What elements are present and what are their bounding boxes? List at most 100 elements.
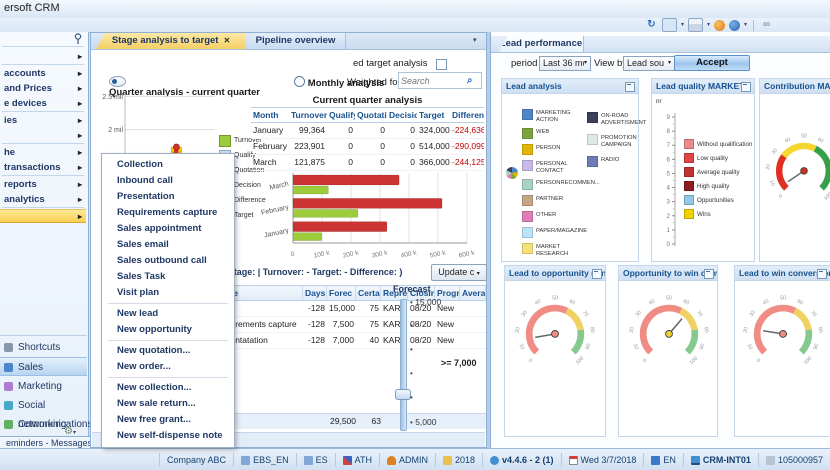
menu-item-new-order[interactable]: New order... [102,359,234,375]
shortcuts-icon [4,343,13,352]
sidebar-item-5[interactable]: ▸ [0,128,86,143]
sidebar-item-devices[interactable]: e devices▸ [0,96,86,111]
sales-icon [4,363,13,372]
globe-icon[interactable] [729,20,740,31]
view-icon[interactable]: ∞ [760,19,773,31]
status-ebs: EBS_EN [234,453,297,467]
contribution-gauge: 0102030405060708090100 [758,119,830,219]
close-tab-icon[interactable]: ✕ [223,36,230,45]
sidebar-item-selected[interactable]: ▸ [0,209,86,223]
sidebar-item-6[interactable]: he▸ [0,145,86,160]
nav-shortcuts[interactable]: Shortcuts [0,338,87,357]
tab-list-dropdown-icon[interactable]: ▾ [473,36,477,44]
menu-item-presentation[interactable]: Presentation [102,189,234,205]
menu-item-new-lead[interactable]: New lead [102,306,234,322]
sidebar-item-accounts[interactable]: accounts▸ [0,66,86,81]
menu-item-visit-plan[interactable]: Visit plan [102,285,234,301]
menu-item-requirements-capture[interactable]: Requirements capture [102,205,234,221]
layout-icon[interactable] [688,18,703,32]
quarter-hbar-chart: 0100 k200 k300 k400 k500 k600 kMarchFebr… [249,167,484,263]
status-date: Wed 3/7/2018 [562,453,645,467]
sidebar-item-4[interactable]: ies▸ [0,113,86,128]
target-analysis-checkbox[interactable] [436,59,447,70]
doc-icon [304,456,313,465]
collapse-icon[interactable] [704,269,714,279]
cell: 0 [355,123,387,139]
col-header: Avera [460,285,486,301]
update-button[interactable]: Update c ▾ [431,264,487,281]
svg-text:70: 70 [809,310,817,318]
collapse-icon[interactable] [592,269,602,279]
sidebar-item-transactions[interactable]: transactions▸ [0,160,86,175]
phase-row-cell[interactable] [460,317,486,333]
sidebar-item-reports[interactable]: reports▸ [0,177,86,192]
image-dropdown-icon[interactable]: ▾ [681,19,684,31]
menu-item-sales-appointment[interactable]: Sales appointment [102,221,234,237]
collapse-icon[interactable] [625,82,635,92]
globe-dropdown-icon[interactable]: ▾ [744,19,747,31]
phase-row-cell[interactable]: 75 [356,317,381,333]
phase-row-cell[interactable]: -128 [303,333,327,349]
menu-item-new-sale-return[interactable]: New sale return... [102,396,234,412]
svg-text:100: 100 [575,356,585,366]
svg-text:20: 20 [629,327,636,334]
menu-item-new-self-dispense-note[interactable]: New self-dispense note [102,428,234,444]
sidebar-item-0[interactable]: ▸ [0,49,86,64]
forecast-slider-track[interactable] [400,299,407,431]
menu-item-collection[interactable]: Collection [102,157,234,173]
menu-item-new-quotation[interactable]: New quotation... [102,343,234,359]
history-icon[interactable] [714,20,725,31]
image-icon[interactable] [662,18,677,32]
title-bar: ersoft CRM [0,0,830,19]
phase-row-cell[interactable]: 75 [356,301,381,317]
lead-analysis-legend-col2: ON-ROAD ADVERTISMENT PROMOTION CAMPAIGN … [587,112,643,172]
menu-item-inbound-call[interactable]: Inbound call [102,173,234,189]
svg-text:30: 30 [635,310,643,318]
menu-item-new-free-grant[interactable]: New free grant... [102,412,234,428]
nav-social-networking[interactable]: Social networking [0,396,87,415]
collapse-icon[interactable] [817,269,827,279]
sidebar-item-prices[interactable]: and Prices▸ [0,81,86,96]
lead-win-gauge: 0102030405060708090100 [735,288,830,376]
legend-swatch [587,112,598,123]
menu-item-sales-email[interactable]: Sales email [102,237,234,253]
svg-text:80: 80 [816,327,823,334]
tab-pipeline-overview[interactable]: Pipeline overview [246,33,346,49]
communications-icon [4,420,13,429]
phase-row-cell[interactable]: 7,000 [327,333,356,349]
viewby-select[interactable]: Lead sou▾ [623,56,675,71]
svg-text:200 k: 200 k [342,249,360,259]
phase-row-cell[interactable] [460,301,486,317]
nav-marketing[interactable]: Marketing [0,377,87,396]
forecast-slider-thumb[interactable] [395,389,411,400]
phase-row-cell[interactable]: -128 [303,317,327,333]
sidebar-item-analytics[interactable]: analytics▸ [0,192,86,207]
lead-analysis-legend-col1: MARKETING ACTION WEB PERSON PERSONAL CON… [522,109,588,262]
nav-sales[interactable]: Sales [0,357,87,376]
menu-item-new-collection[interactable]: New collection... [102,380,234,396]
svg-text:6: 6 [667,156,671,163]
phase-row-cell[interactable]: New [435,317,460,333]
menu-item-sales-task[interactable]: Sales Task [102,269,234,285]
phase-row-cell[interactable]: 40 [356,333,381,349]
legend-swatch [522,227,533,238]
tab-stage-analysis[interactable]: Stage analysis to target✕ [96,33,246,49]
phase-row-cell[interactable]: New [435,333,460,349]
menu-separator [108,377,228,378]
refresh-icon[interactable]: ↻ [645,19,658,31]
svg-text:1: 1 [667,227,671,234]
tab-lead-performance[interactable]: Lead performance ✕ [499,36,584,52]
collapse-icon[interactable] [741,82,751,92]
phase-row-cell[interactable]: -128 [303,301,327,317]
period-label: period [511,58,537,69]
contribution-panel: Contribution MARKE... 010203040506070809… [759,78,830,262]
menu-item-sales-outbound-call[interactable]: Sales outbound call [102,253,234,269]
phase-row-cell[interactable]: 15,000 [327,301,356,317]
layout-dropdown-icon[interactable]: ▾ [707,19,710,31]
accept-button[interactable]: Accept [674,55,750,71]
period-select[interactable]: Last 36 mc▾ [539,56,591,71]
menu-item-new-opportunity[interactable]: New opportunity [102,322,234,338]
phase-row-cell[interactable]: 7,500 [327,317,356,333]
phase-row-cell[interactable] [460,333,486,349]
legend-swatch [522,243,533,254]
